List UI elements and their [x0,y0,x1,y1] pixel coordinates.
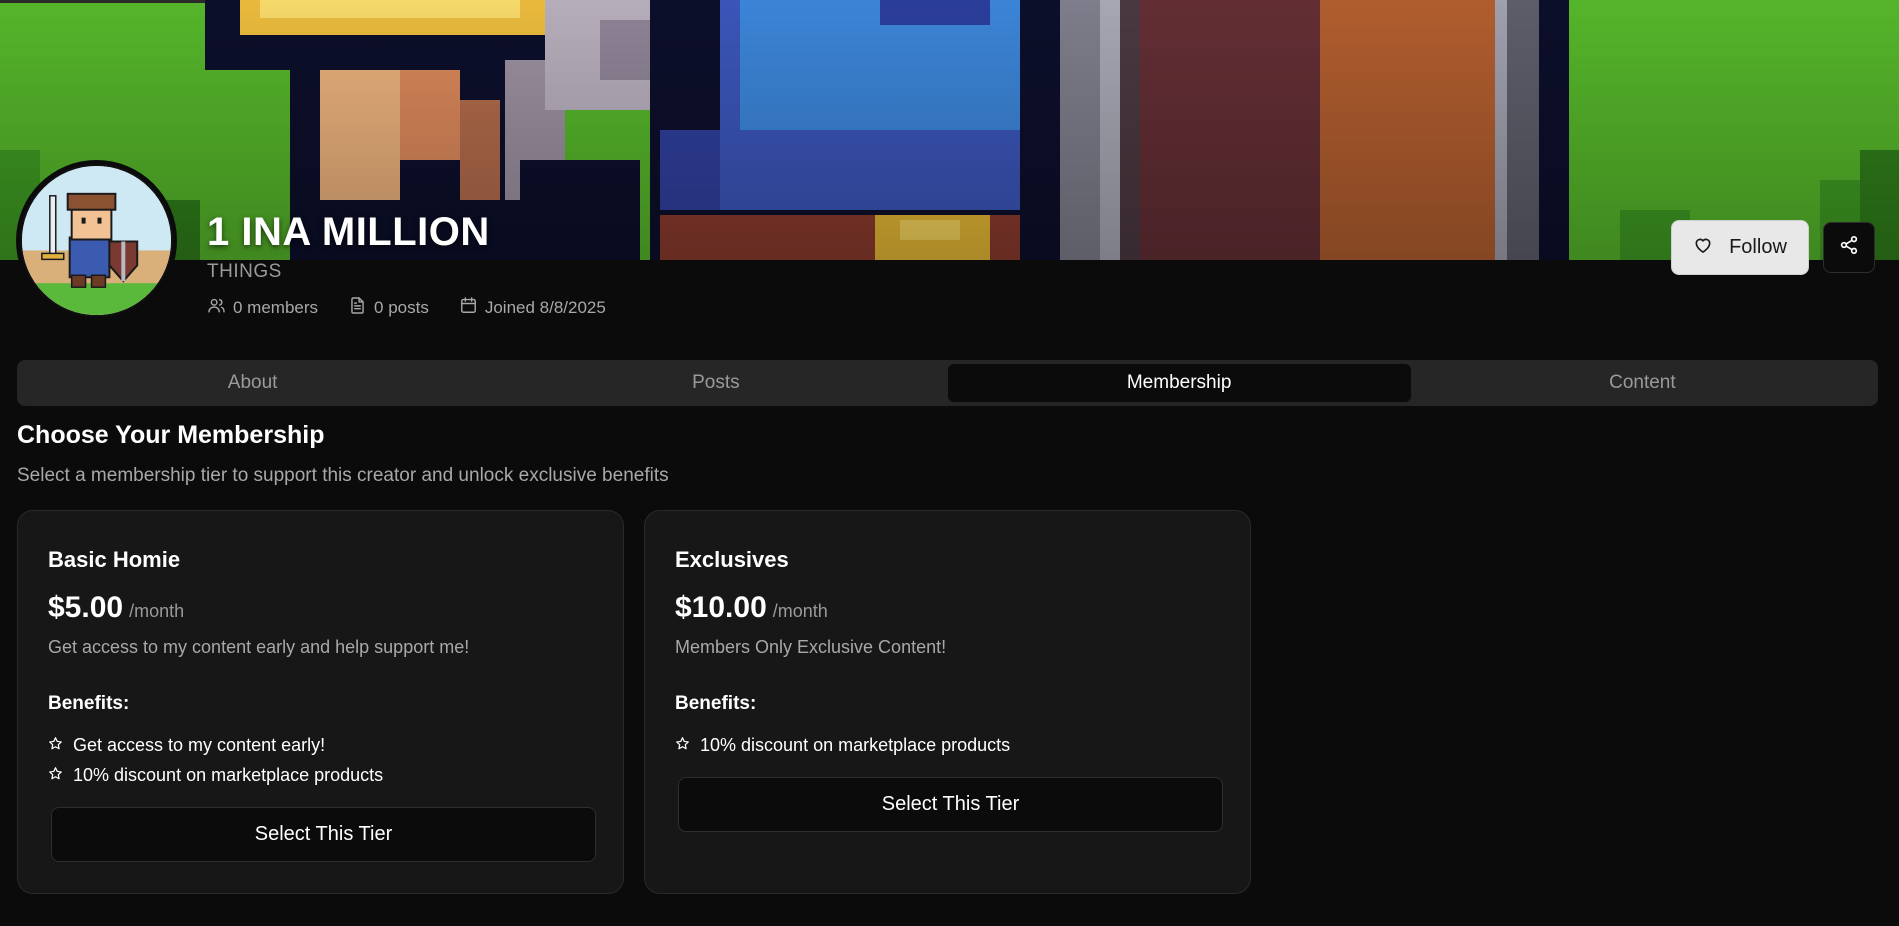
benefit-text: 10% discount on marketplace products [73,764,384,785]
membership-subtitle: Select a membership tier to support this… [17,465,669,486]
select-tier-button[interactable]: Select This Tier [678,777,1223,832]
creator-tagline: THINGS [207,261,282,282]
tier-description: Get access to my content early and help … [48,637,470,657]
benefit-item: Get access to my content early! [48,730,383,760]
profile-tabs: About Posts Membership Content [17,360,1878,406]
members-count: 0 members [233,298,319,317]
joined-stat: Joined 8/8/2025 [459,296,606,320]
tier-name: Exclusives [675,547,789,572]
tier-price: $5.00 [48,591,124,624]
benefits-list: 10% discount on marketplace products [675,730,1010,760]
benefit-item: 10% discount on marketplace products [48,760,383,790]
tier-card-basic-homie: Basic Homie $5.00 /month Get access to m… [17,510,624,894]
avatar-image [22,166,171,315]
benefit-text: Get access to my content early! [73,734,326,755]
heart-icon [1693,235,1713,261]
creator-page: 1 INA MILLION THINGS 0 members 0 posts J… [0,0,1899,926]
share-button[interactable] [1823,222,1875,273]
benefits-label: Benefits: [675,693,757,714]
tab-about[interactable]: About [21,364,484,402]
tab-content[interactable]: Content [1411,364,1874,402]
tier-period: /month [772,601,828,621]
follow-label: Follow [1729,236,1787,258]
members-stat: 0 members [207,296,318,320]
tier-name: Basic Homie [48,547,181,572]
benefits-list: Get access to my content early! 10% disc… [48,730,383,790]
posts-count: 0 posts [374,298,429,317]
tier-card-exclusives: Exclusives $10.00 /month Members Only Ex… [644,510,1251,894]
creator-avatar [16,160,177,321]
share-icon [1839,235,1859,260]
benefit-item: 10% discount on marketplace products [675,730,1010,760]
joined-date: Joined 8/8/2025 [484,298,606,317]
tier-price-row: $10.00 /month [675,591,828,625]
tier-price: $10.00 [675,591,767,624]
tier-price-row: $5.00 /month [48,591,184,625]
creator-stats: 0 members 0 posts Joined 8/8/2025 [207,296,606,320]
star-icon [48,765,63,786]
membership-title: Choose Your Membership [17,421,325,449]
tier-description: Members Only Exclusive Content! [675,637,947,657]
benefit-text: 10% discount on marketplace products [700,734,1011,755]
star-icon [48,735,63,756]
posts-stat: 0 posts [348,296,429,320]
users-icon [207,296,226,320]
tab-membership[interactable]: Membership [947,364,1411,402]
benefits-label: Benefits: [48,693,130,714]
select-tier-button[interactable]: Select This Tier [51,807,596,862]
follow-button[interactable]: Follow [1671,220,1809,275]
tab-posts[interactable]: Posts [484,364,947,402]
creator-name: 1 INA MILLION [207,210,490,254]
file-text-icon [348,296,367,320]
tier-period: /month [129,601,185,621]
calendar-icon [459,296,478,320]
star-icon [675,735,690,756]
